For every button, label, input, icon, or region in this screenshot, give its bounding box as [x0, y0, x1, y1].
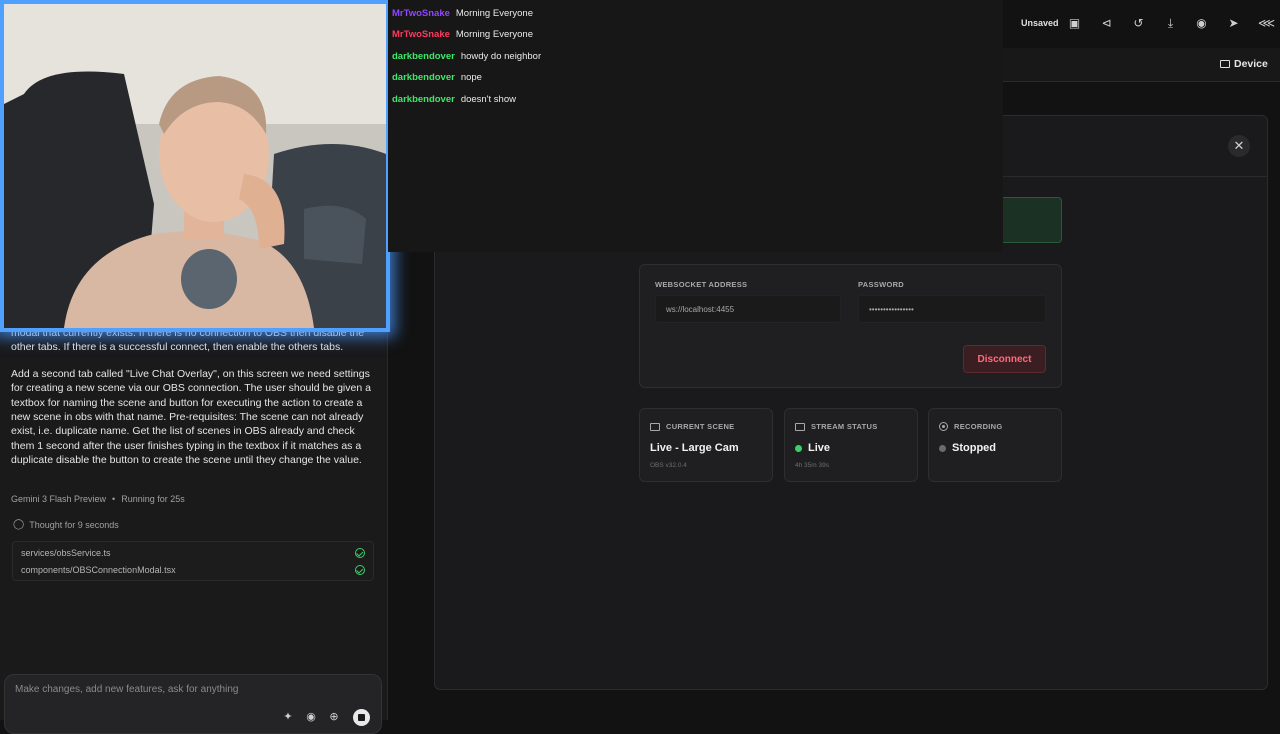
close-button[interactable]: ✕ — [1228, 135, 1250, 157]
chat-text: howdy do neighbor — [460, 51, 542, 62]
magic-wand-icon[interactable]: ✦ — [282, 711, 294, 723]
thought-toggle[interactable]: ◯ Thought for 9 seconds — [13, 519, 119, 530]
running-time: Running for 25s — [121, 494, 185, 504]
chat-text: Morning Everyone — [455, 8, 533, 19]
file-name: services/obsService.ts — [21, 548, 111, 558]
stream-uptime: 4h 35m 39s — [795, 462, 829, 469]
rocket-icon[interactable]: ➤ — [1227, 17, 1240, 30]
video-camera-icon — [795, 422, 805, 431]
password-input[interactable] — [858, 295, 1046, 323]
chat-message: darkbendover doesn't show — [392, 94, 516, 105]
chat-username: MrTwoSnake — [392, 29, 450, 40]
webcam-feed — [0, 0, 390, 332]
prompt-input[interactable] — [15, 684, 355, 695]
recording-card: RECORDING Stopped — [928, 408, 1062, 482]
device-label: Device — [1234, 58, 1268, 70]
chat-username: darkbendover — [392, 72, 455, 83]
device-icon — [1220, 60, 1230, 68]
file-item[interactable]: services/obsService.ts — [21, 545, 365, 561]
card-title: STREAM STATUS — [795, 422, 878, 431]
monitor-icon — [650, 422, 660, 431]
chat-message: darkbendover howdy do neighbor — [392, 51, 541, 62]
thought-label: Thought for 9 seconds — [29, 519, 119, 530]
card-title-text: RECORDING — [954, 422, 1003, 431]
current-scene-value: Live - Large Cam — [650, 442, 739, 454]
chat-message: MrTwoSnake Morning Everyone — [392, 8, 533, 19]
microphone-icon[interactable]: ◉ — [305, 711, 317, 723]
scene-name: Live - Large Cam — [650, 442, 739, 454]
card-title-text: STREAM STATUS — [811, 422, 878, 431]
save-icon[interactable]: ▣ — [1068, 17, 1081, 30]
share-nodes-icon[interactable]: ⊲ — [1100, 17, 1113, 30]
password-label: PASSWORD — [858, 280, 905, 289]
share-icon[interactable]: ⋘ — [1258, 17, 1275, 30]
live-chat-overlay: MrTwoSnake Morning Everyone MrTwoSnake M… — [388, 0, 1003, 252]
lightbulb-icon: ◯ — [13, 519, 25, 530]
card-title: RECORDING — [939, 422, 1003, 431]
github-icon[interactable]: ◉ — [1195, 17, 1208, 30]
check-circle-icon — [355, 565, 365, 575]
meta-separator: • — [112, 494, 116, 504]
record-icon — [939, 422, 948, 431]
recording-status-text: Stopped — [952, 442, 996, 454]
card-title: CURRENT SCENE — [650, 422, 735, 431]
chat-username: darkbendover — [392, 51, 455, 62]
unsaved-indicator: Unsaved — [1021, 18, 1059, 28]
composer: ✦ ◉ ⊕ — [4, 674, 382, 734]
obs-version: OBS v32.0.4 — [650, 462, 687, 469]
chat-text: nope — [460, 72, 482, 83]
chat-username: darkbendover — [392, 94, 455, 105]
run-meta: Gemini 3 Flash Preview • Running for 25s — [11, 494, 185, 504]
chat-message: MrTwoSnake Morning Everyone — [392, 29, 533, 40]
device-button[interactable]: Device — [1220, 58, 1268, 70]
chat-text: doesn't show — [460, 94, 516, 105]
history-icon[interactable]: ↺ — [1132, 17, 1145, 30]
connected-banner — [1003, 197, 1062, 243]
stream-status-card: STREAM STATUS Live 4h 35m 39s — [784, 408, 918, 482]
live-dot — [795, 444, 802, 452]
recording-dot — [939, 444, 946, 452]
card-title-text: CURRENT SCENE — [666, 422, 735, 431]
user-prompt: modal that currently exists. If there is… — [11, 326, 376, 480]
prompt-main-text: Add a second tab called "Live Chat Overl… — [11, 367, 371, 467]
download-icon[interactable]: ⤓ — [1164, 17, 1177, 30]
file-item[interactable]: components/OBSConnectionModal.tsx — [21, 562, 365, 578]
chat-message: darkbendover nope — [392, 72, 482, 83]
stream-status-value: Live — [795, 442, 830, 454]
recording-status-value: Stopped — [939, 442, 996, 454]
disconnect-button[interactable]: Disconnect — [963, 345, 1046, 373]
model-name: Gemini 3 Flash Preview — [11, 494, 107, 504]
check-circle-icon — [355, 548, 365, 558]
websocket-input[interactable] — [655, 295, 841, 323]
stop-button[interactable] — [353, 709, 370, 726]
changed-files-list: services/obsService.ts components/OBSCon… — [12, 541, 374, 581]
add-circle-icon[interactable]: ⊕ — [328, 711, 340, 723]
file-name: components/OBSConnectionModal.tsx — [21, 565, 176, 575]
current-scene-card: CURRENT SCENE Live - Large Cam OBS v32.0… — [639, 408, 773, 482]
webcam-image — [4, 4, 386, 328]
websocket-label: WEBSOCKET ADDRESS — [655, 280, 748, 289]
chat-username: MrTwoSnake — [392, 8, 450, 19]
chat-text: Morning Everyone — [455, 29, 533, 40]
stream-status-text: Live — [808, 442, 831, 454]
